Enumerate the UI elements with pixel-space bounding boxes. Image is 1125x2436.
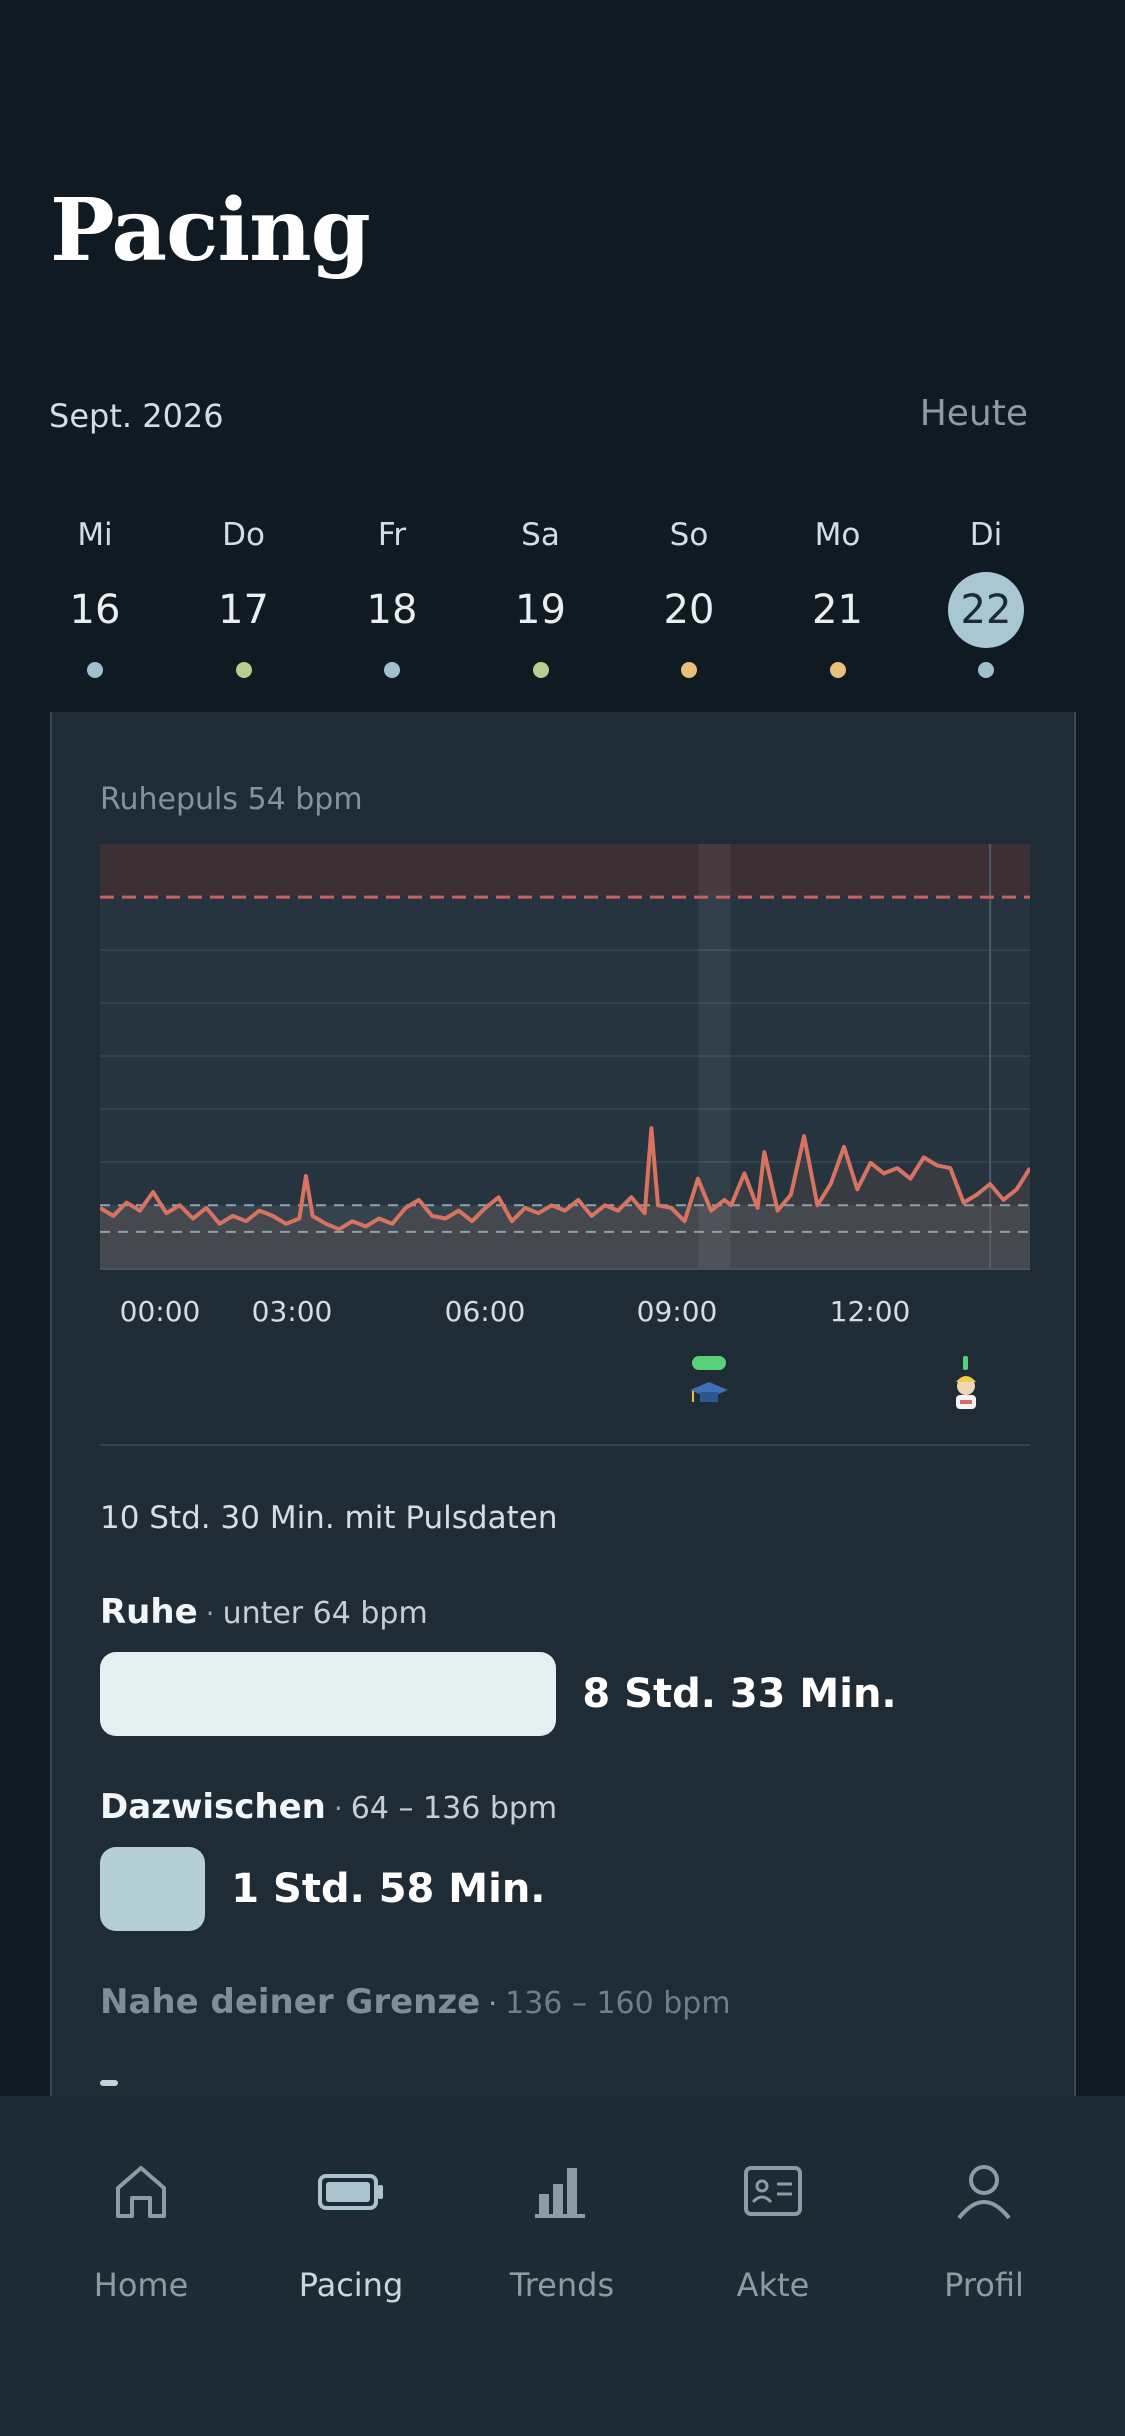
day-status-dot	[235, 662, 252, 678]
x-tick-label: 06:00	[445, 1295, 526, 1328]
x-tick-label: 00:00	[120, 1295, 201, 1328]
person-figure-icon	[956, 1376, 976, 1409]
x-axis-ticks: 00:00 03:00 06:00 09:00 12:00	[120, 1295, 911, 1328]
zone-rest[interactable]: Ruhe · unter 64 bpm 8 Std. 33 Min.	[100, 1592, 1030, 1736]
pulse-data-summary: 10 Std. 30 Min. mit Pulsdaten	[100, 1500, 558, 1536]
zone-bar	[100, 1847, 206, 1931]
activity-marker[interactable]	[690, 1356, 728, 1402]
weekday-label: Mi	[77, 517, 113, 553]
week-strip: Mi 16 Do 17 Fr 18 Sa 19 So 20 Mo 21 Di 22	[40, 510, 1085, 680]
zone-duration: 8 Std. 33 Min.	[582, 1671, 897, 1717]
day-number: 17	[218, 587, 269, 633]
day-number: 20	[663, 587, 715, 633]
home-icon	[116, 2166, 166, 2218]
tab-bar: Home Pacing Trends Akte Profil	[0, 2096, 1125, 2436]
weekday-label: Sa	[521, 517, 560, 553]
id-card-icon	[744, 2166, 802, 2216]
day-status-dot	[87, 662, 103, 678]
day-number: 16	[69, 587, 121, 633]
day-status-dot	[681, 662, 697, 678]
event-markers	[690, 1356, 976, 1409]
tab-akte[interactable]: Akte	[673, 2156, 873, 2304]
x-tick-label: 12:00	[830, 1295, 911, 1328]
day-number: 21	[812, 587, 863, 633]
day-fr[interactable]: Fr 18	[337, 510, 447, 680]
zone-name: Dazwischen	[100, 1787, 326, 1827]
meal-marker[interactable]	[956, 1356, 976, 1409]
weekday-label: Mo	[814, 517, 861, 553]
weekday-label: Di	[969, 517, 1003, 553]
tab-home[interactable]: Home	[41, 2156, 241, 2304]
weekday-label: Fr	[377, 517, 407, 553]
zone-name: Ruhe	[100, 1592, 198, 1632]
zone-name: Nahe deiner Grenze	[100, 1982, 481, 2022]
activity-pill	[692, 1356, 726, 1370]
bar-chart-icon	[535, 2168, 585, 2218]
page-title: Pacing	[50, 180, 371, 281]
meal-pill	[963, 1356, 968, 1370]
zone-range: 136 – 160 bpm	[505, 1986, 731, 2021]
tab-label: Profil	[944, 2266, 1024, 2304]
tab-label: Pacing	[298, 2266, 404, 2304]
battery-icon	[318, 2174, 383, 2210]
day-di[interactable]: Di 22	[931, 510, 1041, 680]
day-mi[interactable]: Mi 16	[40, 510, 150, 680]
zone-duration: 1 Std. 58 Min.	[231, 1866, 546, 1912]
day-number: 22	[948, 572, 1024, 648]
day-so[interactable]: So 20	[634, 510, 744, 680]
day-number: 19	[515, 587, 566, 633]
weekday-label: So	[669, 517, 709, 553]
person-icon	[957, 2165, 1011, 2220]
tab-label: Trends	[509, 2266, 615, 2304]
weekday-label: Do	[222, 517, 265, 553]
heart-rate-chart[interactable]	[100, 844, 1030, 1274]
resting-heart-rate-label: Ruhepuls 54 bpm	[100, 782, 363, 817]
day-sa[interactable]: Sa 19	[486, 510, 596, 680]
day-status-dot	[829, 662, 846, 678]
day-number: 18	[366, 587, 418, 633]
tab-profil[interactable]: Profil	[884, 2156, 1084, 2304]
heart-rate-card: Ruhepuls 54 bpm 10 Std. 30 Min. mit Puls…	[50, 712, 1076, 2112]
graduation-cap-icon	[690, 1382, 728, 1402]
tab-label: Akte	[736, 2266, 810, 2304]
day-status-dot	[978, 662, 994, 678]
day-status-dot	[532, 662, 549, 678]
zone-near-limit[interactable]: Nahe deiner Grenze · 136 – 160 bpm	[100, 1982, 1030, 2112]
day-mo[interactable]: Mo 21	[783, 510, 893, 680]
zone-bar	[100, 2080, 118, 2086]
tab-trends[interactable]: Trends	[462, 2156, 662, 2304]
x-tick-label: 03:00	[252, 1295, 333, 1328]
day-do[interactable]: Do 17	[189, 510, 299, 680]
zone-range: unter 64 bpm	[222, 1596, 428, 1631]
tab-pacing[interactable]: Pacing	[251, 2156, 451, 2304]
x-tick-label: 09:00	[637, 1295, 718, 1328]
zone-range: 64 – 136 bpm	[350, 1791, 558, 1826]
month-label: Sept. 2026	[49, 397, 224, 435]
zone-between[interactable]: Dazwischen · 64 – 136 bpm 1 Std. 58 Min.	[100, 1787, 1030, 1931]
tab-label: Home	[93, 2266, 189, 2304]
today-button[interactable]: Heute	[920, 393, 1028, 434]
zone-bar	[100, 1652, 557, 1736]
limit-zone	[100, 844, 1030, 898]
card-divider	[100, 1444, 1030, 1446]
day-status-dot	[384, 662, 400, 678]
